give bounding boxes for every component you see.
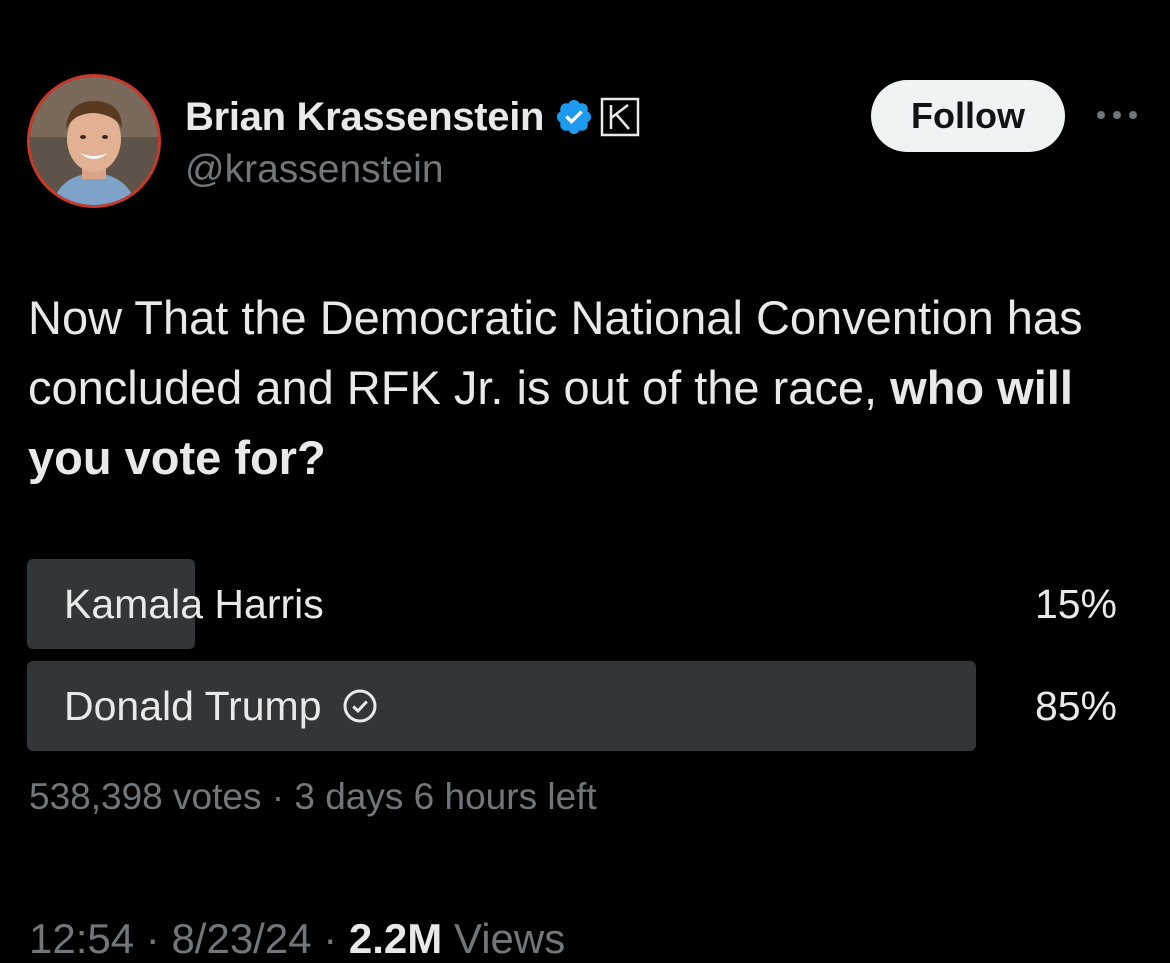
author-handle[interactable]: @krassenstein [185, 148, 444, 192]
poll: Kamala Harris 15% Donald Trump 85% [27, 559, 1117, 763]
poll-option-label-text: Kamala Harris [64, 580, 324, 627]
tweet-time[interactable]: 12:54 [29, 915, 134, 962]
views-count: 2.2M [348, 915, 443, 962]
author-name-row: Brian Krassenstein [185, 94, 640, 140]
check-circle-icon [343, 689, 377, 723]
more-options-button[interactable] [1093, 92, 1141, 138]
author-display-name[interactable]: Brian Krassenstein [185, 95, 545, 140]
avatar[interactable] [27, 74, 161, 208]
tweet-date[interactable]: 8/23/24 [171, 915, 311, 962]
avatar-photo [30, 77, 158, 205]
poll-option-percent: 15% [1034, 580, 1117, 627]
poll-option-label-text: Donald Trump [64, 682, 322, 729]
poll-option-label: Donald Trump [64, 661, 378, 751]
poll-option-donald-trump[interactable]: Donald Trump 85% [27, 661, 1117, 751]
poll-meta: 538,398 votes · 3 days 6 hours left [29, 776, 597, 818]
footer-separator: · [134, 915, 172, 962]
tweet-footer-meta: 12:54 · 8/23/24 · 2.2M Views [29, 915, 565, 963]
verified-badge-icon[interactable] [554, 97, 594, 137]
poll-time-left: 3 days 6 hours left [294, 776, 597, 817]
footer-separator: · [311, 915, 349, 962]
poll-option-percent: 85% [1034, 682, 1117, 729]
poll-vote-count: 538,398 votes [29, 776, 262, 817]
more-options-icon [1097, 111, 1137, 119]
follow-button[interactable]: Follow [871, 80, 1065, 152]
k-affiliate-badge-icon[interactable] [600, 97, 640, 137]
poll-option-label: Kamala Harris [64, 559, 324, 649]
tweet-header: Brian Krassenstein @krassenstein Follow [27, 74, 1142, 214]
poll-meta-separator: · [261, 776, 295, 817]
poll-option-kamala-harris[interactable]: Kamala Harris 15% [27, 559, 1117, 649]
views-label: Views [453, 915, 566, 962]
tweet-text: Now That the Democratic National Convent… [28, 283, 1153, 493]
